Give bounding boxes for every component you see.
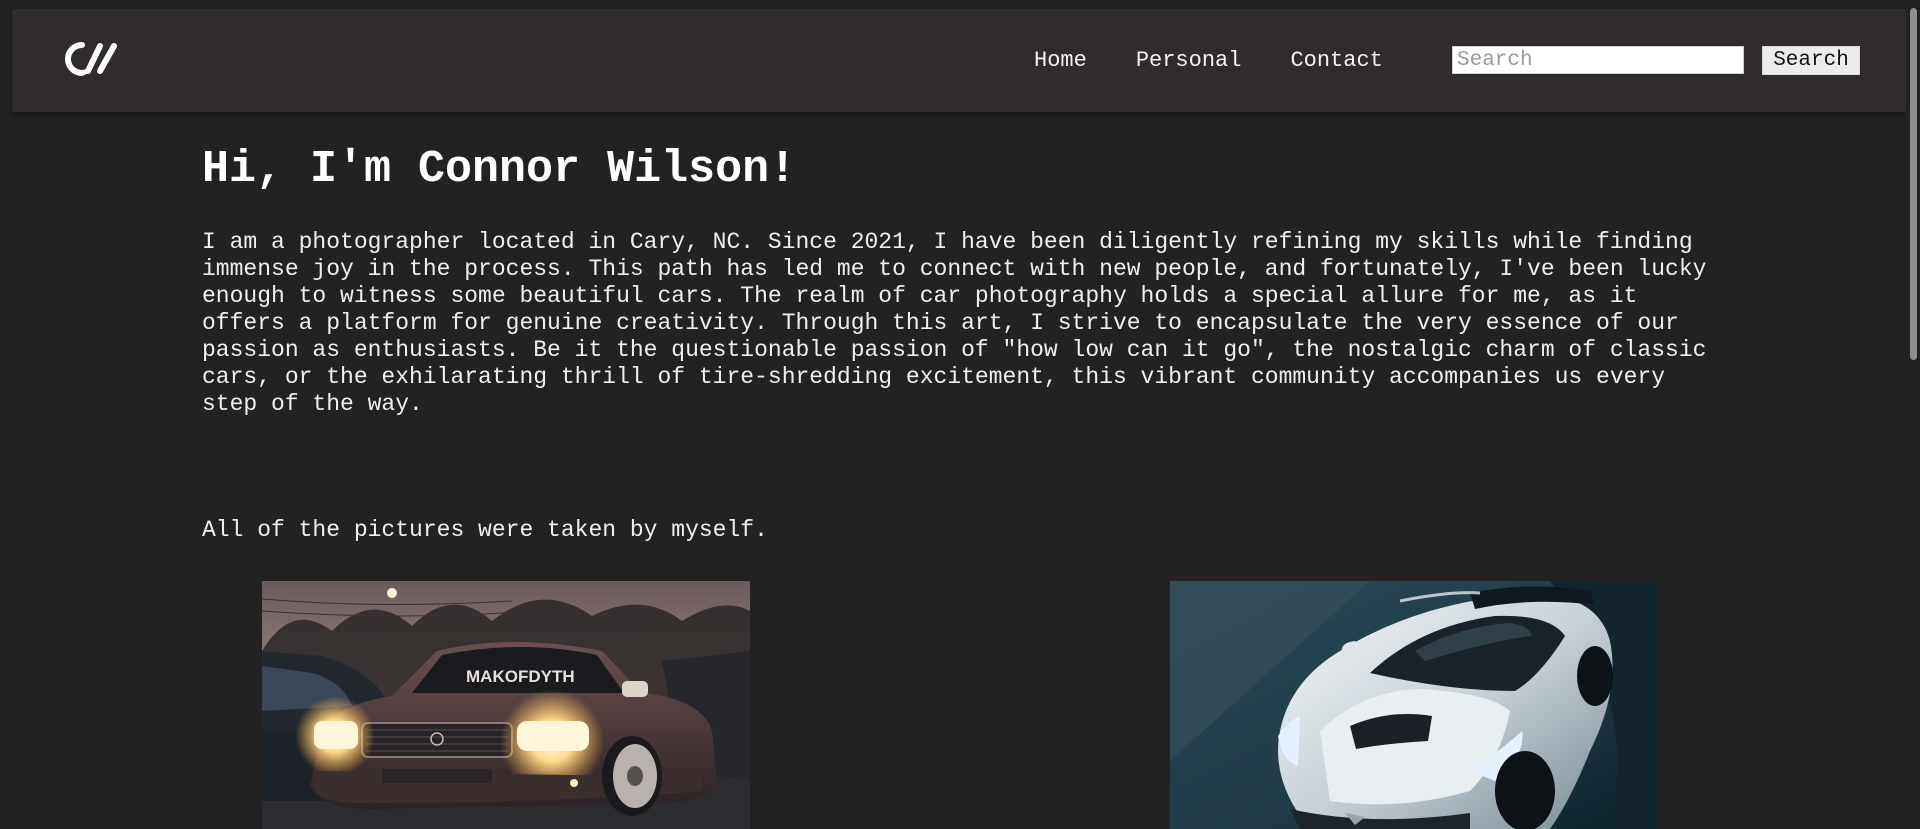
scrollbar-thumb[interactable]: [1910, 8, 1917, 360]
lowered-bronze-sedan-photo: MAKOFDYTH: [262, 581, 750, 829]
logo[interactable]: [60, 37, 126, 83]
nav-contact-link[interactable]: Contact: [1290, 48, 1382, 73]
white-sports-car-photo: [1170, 581, 1658, 829]
search-input[interactable]: [1452, 46, 1744, 74]
windshield-banner: MAKOFDYTH: [466, 667, 575, 686]
nav-personal-link[interactable]: Personal: [1136, 48, 1242, 73]
page-scrollbar[interactable]: [1906, 0, 1920, 829]
intro-paragraph: I am a photographer located in Cary, NC.…: [202, 229, 1707, 417]
main-content: Hi, I'm Connor Wilson! I am a photograph…: [202, 140, 1722, 544]
photos-note: All of the pictures were taken by myself…: [202, 517, 768, 543]
top-navbar: Home Personal Contact Search: [12, 9, 1908, 112]
cw-logo-icon: [65, 42, 117, 76]
nav-home-link[interactable]: Home: [1034, 48, 1087, 73]
main-nav: Home Personal Contact: [1034, 9, 1432, 112]
search-button[interactable]: Search: [1762, 46, 1860, 75]
page-title: Hi, I'm Connor Wilson!: [202, 144, 797, 195]
